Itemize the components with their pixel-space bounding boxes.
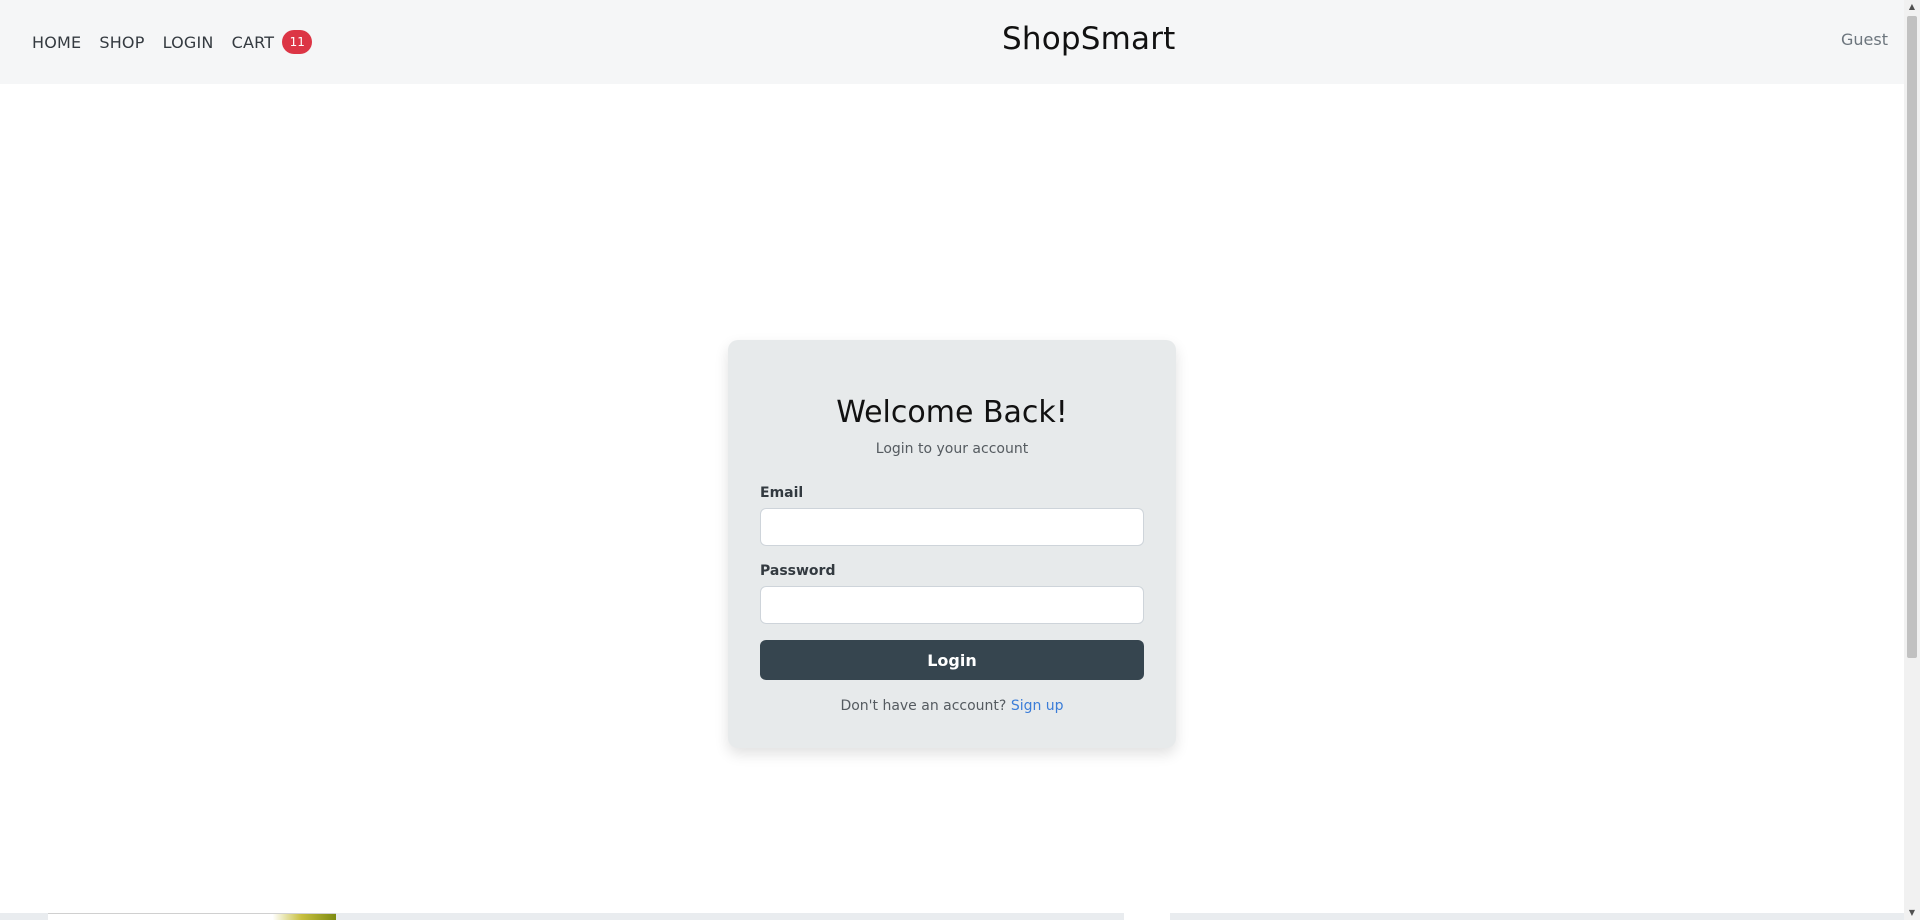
signup-prompt: Don't have an account? bbox=[840, 698, 1007, 714]
login-subtitle: Login to your account bbox=[875, 441, 1029, 457]
below-fold-image-edge bbox=[48, 913, 336, 920]
email-input[interactable] bbox=[760, 508, 1144, 546]
login-submit-button[interactable]: Login bbox=[760, 640, 1144, 680]
page: HOME SHOP LOGIN CART 11 ShopSmart Guest … bbox=[0, 0, 1920, 920]
vertical-scrollbar[interactable]: ▲ ▼ bbox=[1904, 0, 1920, 920]
nav-cart[interactable]: CART 11 bbox=[232, 30, 313, 54]
nav-home-link[interactable]: HOME bbox=[32, 33, 81, 52]
password-label: Password bbox=[760, 563, 836, 579]
user-status: Guest bbox=[1841, 30, 1888, 49]
top-navbar: HOME SHOP LOGIN CART 11 ShopSmart Guest bbox=[0, 0, 1904, 84]
nav-links: HOME SHOP LOGIN CART 11 bbox=[32, 30, 313, 54]
login-title: Welcome Back! bbox=[836, 395, 1068, 430]
scroll-up-arrow-icon[interactable]: ▲ bbox=[1904, 0, 1920, 14]
login-card: Welcome Back! Login to your account Emai… bbox=[728, 340, 1176, 748]
brand-logo-text[interactable]: ShopSmart bbox=[1002, 21, 1176, 57]
password-input[interactable] bbox=[760, 586, 1144, 624]
scrollbar-thumb[interactable] bbox=[1907, 16, 1917, 658]
nav-cart-link[interactable]: CART bbox=[232, 33, 275, 52]
email-label: Email bbox=[760, 485, 804, 501]
signup-link[interactable]: Sign up bbox=[1011, 698, 1064, 714]
cart-count-badge: 11 bbox=[282, 30, 313, 54]
below-fold-gap bbox=[1124, 913, 1170, 920]
nav-shop-link[interactable]: SHOP bbox=[99, 33, 144, 52]
nav-login-link[interactable]: LOGIN bbox=[163, 33, 214, 52]
scroll-down-arrow-icon[interactable]: ▼ bbox=[1904, 906, 1920, 920]
signup-row: Don't have an account? Sign up bbox=[728, 698, 1176, 714]
